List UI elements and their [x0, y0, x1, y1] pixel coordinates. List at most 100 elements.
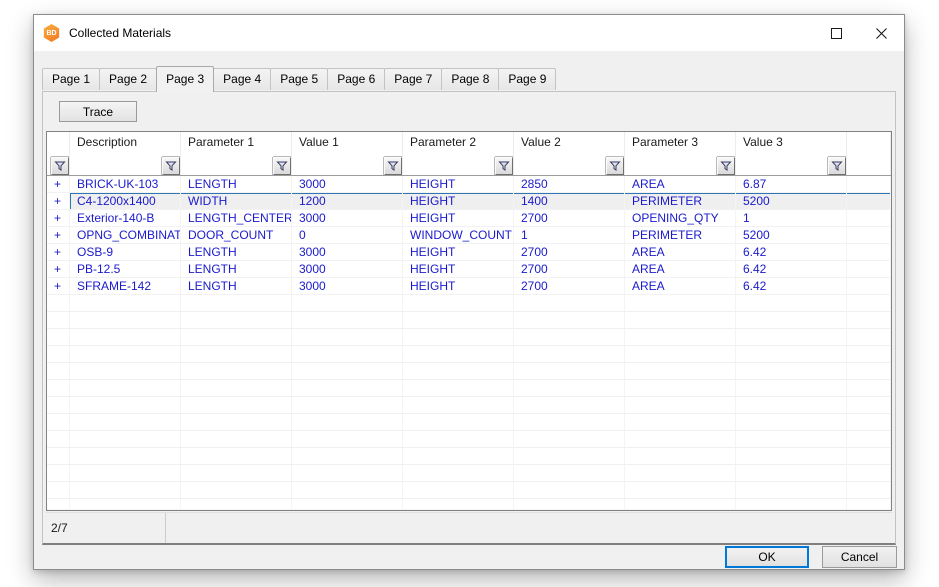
cell-value-2[interactable]: 2700	[514, 244, 625, 261]
cell-parameter-3[interactable]: AREA	[625, 261, 736, 278]
cell-parameter-3[interactable]: OPENING_QTY	[625, 210, 736, 227]
filter-input-value-3[interactable]	[736, 157, 828, 175]
cell-parameter-2[interactable]: HEIGHT	[403, 193, 514, 210]
filter-button-parameter-1[interactable]	[273, 157, 291, 175]
cell-description[interactable]: OSB-9	[70, 244, 181, 261]
cell-parameter-1[interactable]: WIDTH	[181, 193, 292, 210]
ok-button[interactable]: OK	[725, 546, 809, 568]
cell-parameter-1[interactable]: LENGTH_CENTER	[181, 210, 292, 227]
table-row[interactable]: +OPNG_COMBINATI...DOOR_COUNT0WINDOW_COUN…	[47, 227, 891, 244]
filter-button-value-1[interactable]	[384, 157, 402, 175]
cell-description[interactable]: PB-12.5	[70, 261, 181, 278]
cell-parameter-3[interactable]: PERIMETER	[625, 227, 736, 244]
trace-button[interactable]: Trace	[59, 101, 137, 122]
cell-description[interactable]: OPNG_COMBINATI...	[70, 227, 181, 244]
filter-input-value-1[interactable]	[292, 157, 384, 175]
column-header-value-3[interactable]: Value 3	[736, 132, 847, 153]
cell-description[interactable]: SFRAME-142	[70, 278, 181, 295]
cell-parameter-2[interactable]: HEIGHT	[403, 176, 514, 193]
filter-button-description[interactable]	[162, 157, 180, 175]
expand-button[interactable]: +	[47, 193, 70, 210]
cell-parameter-2[interactable]: HEIGHT	[403, 261, 514, 278]
cell-value-2[interactable]: 2700	[514, 261, 625, 278]
cell-value-3[interactable]: 6.87	[736, 176, 847, 193]
table-row[interactable]: +BRICK-UK-103LENGTH3000HEIGHT2850AREA6.8…	[47, 176, 891, 193]
table-row[interactable]: +SFRAME-142LENGTH3000HEIGHT2700AREA6.42	[47, 278, 891, 295]
tab-page-1[interactable]: Page 1	[42, 68, 100, 90]
cell-value-1[interactable]: 3000	[292, 278, 403, 295]
filter-button-parameter-2[interactable]	[495, 157, 513, 175]
filter-button-value-2[interactable]	[606, 157, 624, 175]
cell-parameter-1[interactable]: LENGTH	[181, 261, 292, 278]
cell-parameter-2[interactable]: HEIGHT	[403, 210, 514, 227]
expand-button[interactable]: +	[47, 244, 70, 261]
tab-page-4[interactable]: Page 4	[213, 68, 271, 90]
cell-parameter-3[interactable]: AREA	[625, 176, 736, 193]
tab-page-3[interactable]: Page 3	[156, 66, 214, 92]
cell-value-1[interactable]: 3000	[292, 244, 403, 261]
cell-value-3[interactable]: 6.42	[736, 278, 847, 295]
tab-page-5[interactable]: Page 5	[270, 68, 328, 90]
filter-button-expand[interactable]	[51, 157, 69, 175]
table-row[interactable]: +PB-12.5LENGTH3000HEIGHT2700AREA6.42	[47, 261, 891, 278]
cell-value-1[interactable]: 0	[292, 227, 403, 244]
expand-button[interactable]: +	[47, 278, 70, 295]
cell-parameter-3[interactable]: AREA	[625, 278, 736, 295]
cell-parameter-3[interactable]: AREA	[625, 244, 736, 261]
cell-parameter-2[interactable]: WINDOW_COUNT	[403, 227, 514, 244]
cell-value-3[interactable]: 1	[736, 210, 847, 227]
cell-parameter-3[interactable]: PERIMETER	[625, 193, 736, 210]
cell-value-1[interactable]: 3000	[292, 261, 403, 278]
tab-page-8[interactable]: Page 8	[441, 68, 499, 90]
table-row[interactable]: +OSB-9LENGTH3000HEIGHT2700AREA6.42	[47, 244, 891, 261]
filter-input-value-2[interactable]	[514, 157, 606, 175]
cell-parameter-2[interactable]: HEIGHT	[403, 244, 514, 261]
cell-value-2[interactable]: 1	[514, 227, 625, 244]
cell-value-2[interactable]: 2850	[514, 176, 625, 193]
cell-value-2[interactable]: 1400	[514, 193, 625, 210]
column-header-value-1[interactable]: Value 1	[292, 132, 403, 153]
column-header-parameter-2[interactable]: Parameter 2	[403, 132, 514, 153]
cell-value-3[interactable]: 6.42	[736, 261, 847, 278]
cell-value-1[interactable]: 3000	[292, 210, 403, 227]
cell-value-2[interactable]: 2700	[514, 210, 625, 227]
filter-input-description[interactable]	[70, 157, 162, 175]
table-row[interactable]: +C4-1200x1400WIDTH1200HEIGHT1400PERIMETE…	[47, 193, 891, 210]
filter-input-parameter-2[interactable]	[403, 157, 495, 175]
close-button[interactable]	[859, 15, 904, 51]
column-header-value-2[interactable]: Value 2	[514, 132, 625, 153]
tab-page-2[interactable]: Page 2	[99, 68, 157, 90]
tab-page-7[interactable]: Page 7	[384, 68, 442, 90]
cell-description[interactable]: BRICK-UK-103	[70, 176, 181, 193]
cell-parameter-1[interactable]: LENGTH	[181, 244, 292, 261]
title-bar[interactable]: BD Collected Materials	[34, 15, 904, 51]
expand-button[interactable]: +	[47, 261, 70, 278]
filter-button-value-3[interactable]	[828, 157, 846, 175]
column-header-description[interactable]: Description	[70, 132, 181, 153]
cell-value-3[interactable]: 5200	[736, 227, 847, 244]
cell-parameter-1[interactable]: DOOR_COUNT	[181, 227, 292, 244]
table-row[interactable]: +Exterior-140-BLENGTH_CENTER3000HEIGHT27…	[47, 210, 891, 227]
cell-parameter-1[interactable]: LENGTH	[181, 278, 292, 295]
cell-value-3[interactable]: 5200	[736, 193, 847, 210]
cell-description[interactable]: C4-1200x1400	[70, 193, 181, 210]
column-header-parameter-3[interactable]: Parameter 3	[625, 132, 736, 153]
expand-button[interactable]: +	[47, 176, 70, 193]
cell-value-2[interactable]: 2700	[514, 278, 625, 295]
cell-parameter-1[interactable]: LENGTH	[181, 176, 292, 193]
filter-input-parameter-3[interactable]	[625, 157, 717, 175]
tab-page-9[interactable]: Page 9	[498, 68, 556, 90]
cell-value-1[interactable]: 3000	[292, 176, 403, 193]
filter-button-parameter-3[interactable]	[717, 157, 735, 175]
filter-input-parameter-1[interactable]	[181, 157, 273, 175]
cell-value-1[interactable]: 1200	[292, 193, 403, 210]
cancel-button[interactable]: Cancel	[822, 546, 897, 568]
cell-description[interactable]: Exterior-140-B	[70, 210, 181, 227]
expand-button[interactable]: +	[47, 227, 70, 244]
cell-parameter-2[interactable]: HEIGHT	[403, 278, 514, 295]
expand-button[interactable]: +	[47, 210, 70, 227]
tab-page-6[interactable]: Page 6	[327, 68, 385, 90]
maximize-button[interactable]	[814, 15, 859, 51]
column-header-parameter-1[interactable]: Parameter 1	[181, 132, 292, 153]
cell-value-3[interactable]: 6.42	[736, 244, 847, 261]
